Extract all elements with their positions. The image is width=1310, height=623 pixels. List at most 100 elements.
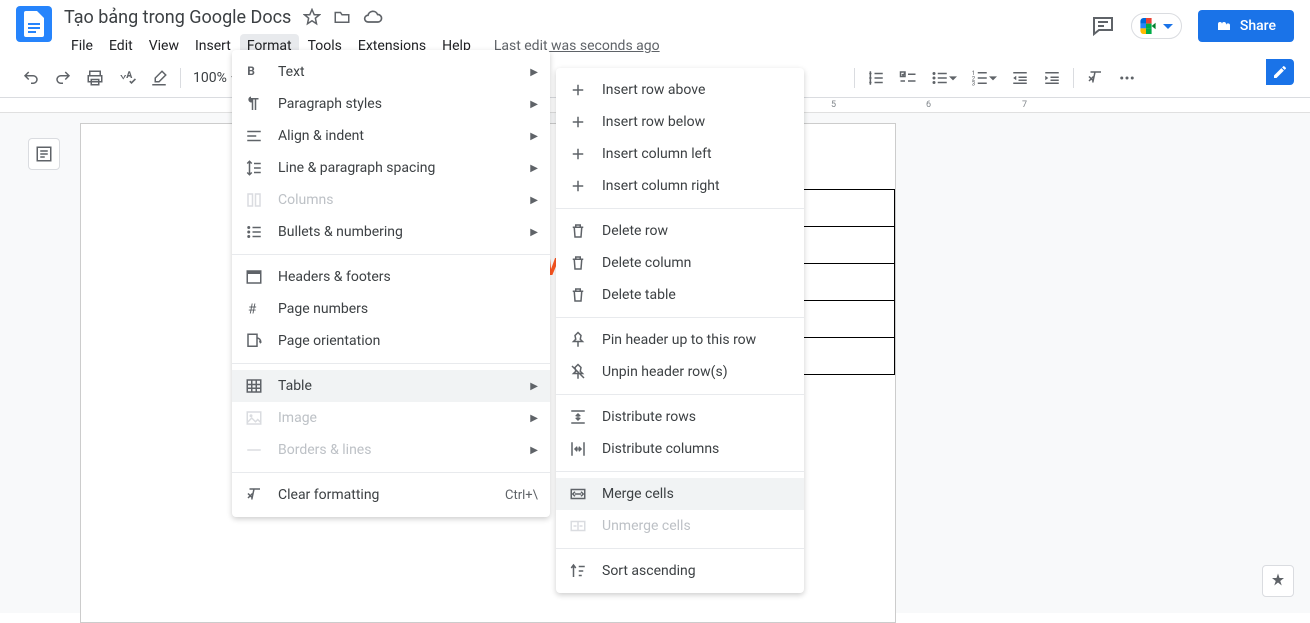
table-cell[interactable] [796, 338, 895, 375]
table-item-delete-row[interactable]: Delete row [556, 215, 804, 247]
format-item-page-orientation[interactable]: Page orientation [232, 325, 550, 357]
menu-item-label: Distribute columns [602, 441, 792, 457]
table-item-insert-column-left[interactable]: Insert column left [556, 138, 804, 170]
svg-text:3: 3 [972, 80, 975, 87]
para-icon [244, 94, 264, 114]
checklist-button[interactable] [893, 63, 923, 93]
menu-item-label: Unmerge cells [602, 518, 792, 534]
more-button[interactable] [1112, 63, 1142, 93]
line-spacing-button[interactable] [861, 63, 891, 93]
menu-separator [232, 363, 550, 364]
menu-separator [556, 317, 804, 318]
format-item-columns: Columns▶ [232, 184, 550, 216]
increase-indent-button[interactable] [1037, 63, 1067, 93]
menu-item-label: Image [278, 410, 516, 426]
columns-icon [244, 190, 264, 210]
menu-item-label: Pin header up to this row [602, 332, 792, 348]
bullets-icon [244, 222, 264, 242]
table-item-sort-ascending[interactable]: Sort ascending [556, 555, 804, 587]
star-icon[interactable] [303, 8, 321, 26]
spellcheck-button[interactable] [112, 63, 142, 93]
format-item-paragraph-styles[interactable]: Paragraph styles▶ [232, 88, 550, 120]
paint-format-button[interactable] [144, 63, 174, 93]
table-cell[interactable] [796, 190, 895, 227]
undo-button[interactable] [16, 63, 46, 93]
format-item-image: Image▶ [232, 402, 550, 434]
trash-icon [568, 285, 588, 305]
format-item-text[interactable]: BText▶ [232, 56, 550, 88]
plus-icon [568, 112, 588, 132]
menu-item-label: Paragraph styles [278, 96, 516, 112]
format-item-headers-footers[interactable]: Headers & footers [232, 261, 550, 293]
numbered-list-button[interactable]: 123 [965, 63, 1003, 93]
spacing-icon [244, 158, 264, 178]
format-item-borders-lines: Borders & lines▶ [232, 434, 550, 466]
menu-item-label: Headers & footers [278, 269, 538, 285]
menu-insert[interactable]: Insert [188, 34, 238, 58]
print-button[interactable] [80, 63, 110, 93]
pin-icon [568, 330, 588, 350]
align-icon [244, 126, 264, 146]
menu-item-label: Insert column right [602, 178, 792, 194]
menu-item-label: Delete table [602, 287, 792, 303]
explore-button[interactable] [1262, 565, 1294, 597]
editing-mode-button[interactable] [1266, 59, 1294, 85]
menu-item-label: Clear formatting [278, 487, 491, 503]
image-icon [244, 408, 264, 428]
orient-icon [244, 331, 264, 351]
document-title[interactable]: Tạo bảng trong Google Docs [64, 7, 291, 28]
docs-logo[interactable] [16, 6, 52, 42]
menu-file[interactable]: File [64, 34, 100, 58]
bulleted-list-button[interactable] [925, 63, 963, 93]
menu-item-label: Delete row [602, 223, 792, 239]
format-item-page-numbers[interactable]: #Page numbers [232, 293, 550, 325]
cloud-icon[interactable] [363, 9, 383, 25]
meet-button[interactable] [1131, 13, 1182, 39]
menu-item-label: Distribute rows [602, 409, 792, 425]
submenu-arrow-icon: ▶ [530, 381, 538, 392]
format-item-align-indent[interactable]: Align & indent▶ [232, 120, 550, 152]
share-button[interactable]: Share [1198, 10, 1294, 42]
submenu-arrow-icon: ▶ [530, 195, 538, 206]
menubar: FileEditViewInsertFormatToolsExtensionsH… [64, 34, 1091, 58]
submenu-arrow-icon: ▶ [530, 163, 538, 174]
table-submenu-dropdown: Insert row above Insert row below Insert c… [556, 68, 804, 593]
submenu-arrow-icon: ▶ [530, 131, 538, 142]
table-item-merge-cells[interactable]: Merge cells [556, 478, 804, 510]
menu-item-label: Delete column [602, 255, 792, 271]
table-item-distribute-columns[interactable]: Distribute columns [556, 433, 804, 465]
submenu-arrow-icon: ▶ [530, 445, 538, 456]
format-item-line-paragraph-spacing[interactable]: Line & paragraph spacing▶ [232, 152, 550, 184]
table-item-unpin-header-row-s-[interactable]: Unpin header row(s) [556, 356, 804, 388]
table-item-delete-table[interactable]: Delete table [556, 279, 804, 311]
comment-history-icon[interactable] [1091, 14, 1115, 38]
decrease-indent-button[interactable] [1005, 63, 1035, 93]
menu-item-label: Page orientation [278, 333, 538, 349]
table-cell[interactable] [796, 301, 895, 338]
table-item-distribute-rows[interactable]: Distribute rows [556, 401, 804, 433]
menu-item-label: Insert row below [602, 114, 792, 130]
format-item-bullets-numbering[interactable]: Bullets & numbering▶ [232, 216, 550, 248]
table-item-insert-row-above[interactable]: Insert row above [556, 74, 804, 106]
move-icon[interactable] [333, 8, 351, 26]
menu-item-label: Merge cells [602, 486, 792, 502]
table-item-insert-column-right[interactable]: Insert column right [556, 170, 804, 202]
format-item-table[interactable]: Table ▶ [232, 370, 550, 402]
menu-view[interactable]: View [142, 34, 186, 58]
table-item-pin-header-up-to-this-row[interactable]: Pin header up to this row [556, 324, 804, 356]
menu-item-label: Table [278, 378, 516, 394]
format-menu-dropdown: BText▶Paragraph styles▶Align & indent▶Li… [232, 50, 550, 517]
submenu-arrow-icon: ▶ [530, 67, 538, 78]
menu-edit[interactable]: Edit [102, 34, 140, 58]
format-item-clear-formatting[interactable]: Clear formattingCtrl+\ [232, 479, 550, 511]
menu-separator [232, 472, 550, 473]
menu-item-label: Insert row above [602, 82, 792, 98]
table-item-delete-column[interactable]: Delete column [556, 247, 804, 279]
clear-formatting-button[interactable] [1080, 63, 1110, 93]
document-outline-button[interactable] [28, 138, 60, 170]
table-item-insert-row-below[interactable]: Insert row below [556, 106, 804, 138]
redo-button[interactable] [48, 63, 78, 93]
distr-icon [568, 407, 588, 427]
table-cell[interactable] [796, 264, 895, 301]
table-cell[interactable] [796, 227, 895, 264]
